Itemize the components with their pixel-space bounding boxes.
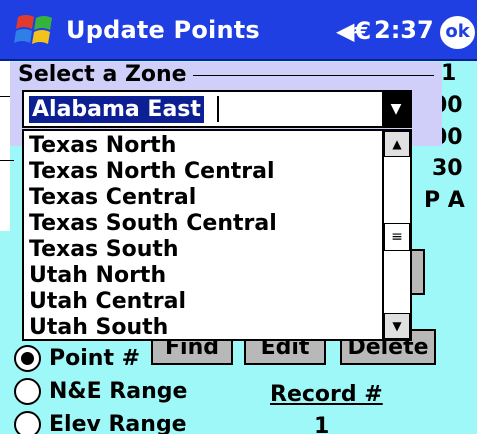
- radio-elev-range[interactable]: Elev Range: [14, 409, 187, 434]
- list-item[interactable]: Texas Central: [29, 185, 277, 211]
- speaker-icon[interactable]: ◀€: [336, 17, 371, 45]
- dropdown-arrow-icon[interactable]: ▼: [382, 92, 410, 126]
- scroll-thumb-icon[interactable]: ≡: [384, 223, 410, 251]
- ok-button[interactable]: ok: [440, 16, 475, 49]
- list-item[interactable]: Texas North Central: [29, 159, 277, 185]
- form-left-edge: [0, 61, 10, 231]
- text-cursor: [217, 96, 219, 122]
- zone-selected-value[interactable]: Alabama East: [29, 96, 204, 123]
- zone-group-rule: [172, 75, 434, 76]
- radio-ne-range[interactable]: N&E Range: [14, 376, 187, 406]
- divider: [0, 160, 14, 161]
- right-value: 1: [441, 61, 457, 86]
- list-item[interactable]: Utah Central: [29, 289, 277, 315]
- list-item[interactable]: Texas North: [29, 133, 277, 159]
- zone-list[interactable]: Texas North Texas North Central Texas Ce…: [22, 129, 412, 341]
- radio-point-number[interactable]: Point #: [14, 343, 140, 373]
- radio-button[interactable]: [14, 410, 41, 434]
- title-bar: Update Points ◀€ 2:37 ok: [0, 0, 477, 61]
- radio-label: Elev Range: [49, 411, 187, 434]
- scroll-up-icon[interactable]: ▲: [384, 131, 410, 157]
- list-item[interactable]: Utah South: [29, 315, 277, 339]
- zone-list-items: Texas North Texas North Central Texas Ce…: [29, 133, 277, 339]
- app-title: Update Points: [66, 16, 260, 44]
- radio-button[interactable]: [14, 344, 41, 372]
- right-value: 30: [432, 156, 463, 181]
- zone-list-scrollbar[interactable]: ▲ ≡ ▼: [382, 131, 410, 339]
- zone-dialog-title: Select a Zone: [18, 62, 193, 87]
- radio-label: Point #: [49, 345, 141, 371]
- list-item[interactable]: Utah North: [29, 263, 277, 289]
- radio-label: N&E Range: [49, 378, 188, 404]
- scroll-down-icon[interactable]: ▼: [384, 313, 410, 339]
- windows-start-icon[interactable]: [14, 9, 58, 51]
- record-number-value: 1: [314, 414, 330, 434]
- radio-button[interactable]: [14, 377, 41, 405]
- clock[interactable]: 2:37: [374, 16, 434, 44]
- list-item[interactable]: Texas South Central: [29, 211, 277, 237]
- record-number-label: Record #: [270, 382, 383, 407]
- zone-combobox[interactable]: Alabama East ▼: [22, 90, 412, 128]
- list-item[interactable]: Texas South: [29, 237, 277, 263]
- right-value: P A: [424, 188, 465, 213]
